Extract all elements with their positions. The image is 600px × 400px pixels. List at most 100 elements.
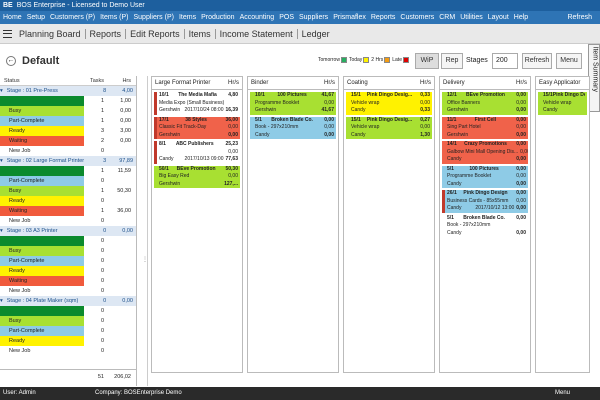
menu-item[interactable]: Items [179,14,196,21]
menu-item[interactable]: Suppliers [299,14,328,21]
card-row: Big Easy Red 0,00 [157,173,240,181]
status-row[interactable]: Part-Complete 0 [0,326,136,336]
status-row[interactable]: Ready 0 [0,196,136,206]
job-card[interactable]: 10/1 The Media Mafia 4,80 Media Expo (Small… [154,92,240,115]
panel-splitter[interactable]: ⋮ [140,76,148,386]
menu-item[interactable]: Accounting [240,14,275,21]
job-card[interactable]: 5/1 Broken Blade Co. 0,00 Book - 297x210mm 0… [250,116,336,139]
status-row[interactable]: Ready 3 3,00 [0,126,136,136]
menu-item[interactable]: Items (P) [100,14,128,21]
job-card[interactable]: 14/1 Crazy Promotions 0,00 Galbow Mini Mall… [442,141,528,164]
job-card[interactable]: 8/1 ABC Publishers 25,23 0,00 Candy 2017/10/1… [154,141,240,164]
card-detail: 100 Pictures [277,92,307,98]
hours-value [104,176,134,186]
menu-item[interactable]: Help [514,14,528,21]
job-card[interactable]: 15/1Pink Dingo Desig...Vehicle wrapCandy [538,92,587,115]
job-card[interactable]: 26/1 Pink Dingo Design 0,00 Business Cards … [442,190,528,213]
card-hours: 0,00 [516,131,526,138]
status-row[interactable]: Busy 0 [0,246,136,256]
menu-item[interactable]: Setup [27,14,45,21]
job-card[interactable]: 10/1 100 Pictures 41,67 Programme Booklet 0,… [250,92,336,115]
status-name: Stage : 02 Large Format Printer [6,158,85,164]
hours-value [104,266,134,276]
nav-item[interactable]: Edit Reports [126,28,185,39]
status-row[interactable]: New Job 0 [0,146,136,156]
hours-value [104,286,134,296]
menu-item[interactable]: Suppliers (P) [134,14,174,21]
job-card[interactable]: 15/1 Pink Dingo Desig... 0,33 Vehicle wrap 0… [346,92,432,115]
arrow-left-icon[interactable]: ← [6,55,16,66]
stage-group-row[interactable]: ▾ Stage : 03 A3 Printer 0 0,00 [0,226,136,236]
job-card[interactable]: 5/1 Broken Blade Co. 0,00 Book - 297x210mm C… [442,214,528,237]
hamburger-icon[interactable] [3,29,12,38]
menu-refresh[interactable]: Refresh [567,14,592,21]
stage-group-row[interactable]: ▾ Stage : 02 Large Format Printer 3 97,89 [0,156,136,166]
menu-item[interactable]: Customers [400,14,434,21]
nav-item[interactable]: Income Statement [216,28,298,39]
window-title: BOS Enterprise - Licensed to Demo User [16,2,145,9]
stage-group-row[interactable]: ▾ Stage : 04 Plate Maker (sqm) 0 0,00 [0,296,136,306]
wip-button[interactable]: WiP [415,53,439,69]
status-row[interactable]: Part-Complete 0 [0,256,136,266]
status-row[interactable]: 1 1,00 [0,96,136,106]
column-header: Delivery Hr/s [440,77,530,90]
task-count: 0 [100,218,104,224]
hours-value: 50,30 [117,188,131,194]
card-row: Programme Booklet 0,00 [445,173,528,181]
status-row[interactable]: 0 [0,236,136,246]
legend-label: 2 Hrs [371,57,384,63]
card-row: Programme Booklet 0,00 [253,100,336,108]
status-row[interactable]: New Job 0 [0,216,136,226]
menu-item[interactable]: Customers (P) [50,14,95,21]
status-row[interactable]: Part-Complete 1 0,00 [0,116,136,126]
refresh-button[interactable]: Refresh [522,53,552,69]
menu-item[interactable]: Prismaflex [333,14,366,21]
job-card[interactable]: 50/1 BEve Promotion 50,30 Big Easy Red 0,00 G… [154,165,240,188]
menu-item[interactable]: Production [201,14,234,21]
job-card[interactable]: 11/1 First Cell 0,00 Sing Part Hotel 0,00 Ger… [442,116,528,139]
status-row[interactable]: New Job 0 [0,286,136,296]
menu-item[interactable]: Utilities [460,14,483,21]
menu-item[interactable]: Reports [371,14,396,21]
status-row[interactable]: Ready 0 [0,336,136,346]
status-row[interactable]: Part-Complete 0 [0,176,136,186]
job-card[interactable]: 5/1 100 Pictures 0,00 Programme Booklet 0,00… [442,165,528,188]
card-hours: 0,00 [516,173,526,179]
rep-button[interactable]: Rep [441,53,463,69]
card-detail [461,156,516,164]
card-text: 5/1 [447,214,454,221]
menu-item[interactable]: Layout [488,14,509,21]
status-name: Part-Complete [0,176,84,186]
card-detail: 2017/10/12 13:00 [475,205,515,211]
status-row[interactable]: Ready 0 [0,266,136,276]
status-row[interactable]: Waiting 0 [0,276,136,286]
menu-button[interactable]: Menu [556,53,582,69]
stage-group-row[interactable]: ▾ Stage : 01 Pre-Press 8 4,00 [0,86,136,96]
menu-item[interactable]: CRM [439,14,455,21]
job-card[interactable]: 12/1 BEve Promotion 0,00 Office Banners 0,00… [442,92,528,115]
stages-input[interactable]: 200 [492,53,518,69]
status-row[interactable]: Busy 1 50,30 [0,186,136,196]
nav-item[interactable]: Ledger [298,29,334,39]
job-card[interactable]: 15/1 Pink Dingo Desig... 0,27 Vehicle wrap 0… [346,116,432,139]
job-card[interactable]: 17/1 38 Styles 36,00 Classic Fit Track-Day 0… [154,116,240,139]
menu-item[interactable]: POS [279,14,294,21]
task-count: 0 [100,198,104,204]
status-menu[interactable]: Menu [555,387,570,400]
status-row[interactable]: Waiting 2 0,00 [0,136,136,146]
card-text: 8/1 [159,141,166,147]
card-row: Vehicle wrap [541,100,587,108]
card-text: Gershwin [447,107,469,113]
nav-item[interactable]: Planning Board [15,28,86,39]
status-name: New Job [0,146,84,156]
status-row[interactable]: Waiting 1 36,00 [0,206,136,216]
status-row[interactable]: New Job 0 [0,346,136,356]
nav-item[interactable]: Reports [86,28,127,39]
status-row[interactable]: Busy 1 0,00 [0,106,136,116]
app-logo: BE [3,2,13,9]
nav-item[interactable]: Items [185,28,216,39]
status-row[interactable]: Busy 0 [0,316,136,326]
status-row[interactable]: 0 [0,306,136,316]
status-row[interactable]: 1 11,59 [0,166,136,176]
menu-item[interactable]: Home [3,14,22,21]
